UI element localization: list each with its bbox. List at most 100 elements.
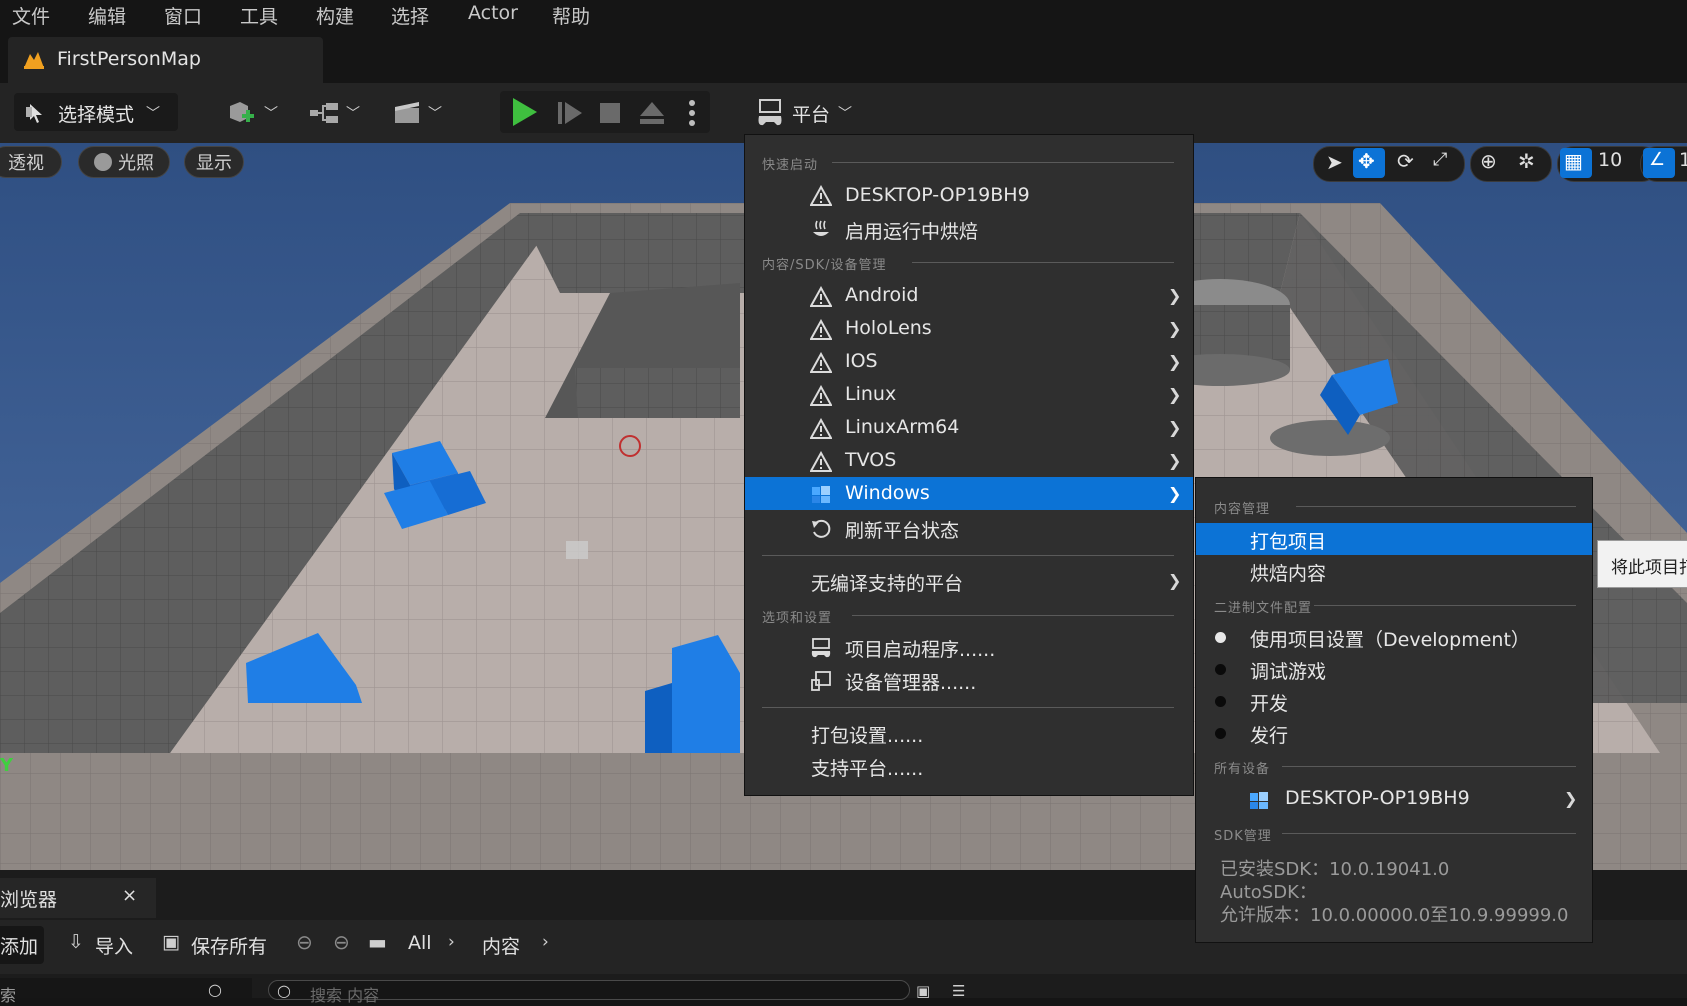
search-icon: ○ bbox=[277, 981, 291, 1000]
blueprint-icon[interactable] bbox=[308, 100, 342, 126]
packaging-settings[interactable]: 打包设置...... bbox=[811, 721, 923, 748]
import-button[interactable]: 导入 bbox=[95, 932, 133, 959]
chevron-right-icon: ❯ bbox=[1168, 484, 1182, 503]
windows-icon bbox=[1250, 792, 1268, 809]
cook-icon bbox=[813, 220, 829, 236]
divider bbox=[1282, 833, 1576, 834]
chevron-down-icon[interactable]: ﹀ bbox=[346, 103, 360, 123]
config-shipping[interactable]: 发行 bbox=[1250, 721, 1288, 748]
move-tool-icon: ✥ bbox=[1358, 149, 1375, 173]
path-content[interactable]: 内容 bbox=[482, 932, 520, 959]
project-launcher[interactable]: 项目启动程序...... bbox=[845, 635, 995, 662]
divider bbox=[1314, 605, 1576, 606]
supported-platforms[interactable]: 支持平台...... bbox=[811, 754, 923, 781]
import-icon[interactable]: ⇩ bbox=[68, 931, 84, 953]
save-all-icon[interactable]: ▣ bbox=[162, 931, 180, 953]
sdk-management-header: 内容/SDK/设备管理 bbox=[762, 258, 887, 273]
search-placeholder: 搜索 内容 bbox=[310, 986, 380, 1005]
platform-linux[interactable]: Linux bbox=[845, 383, 896, 405]
chevron-down-icon[interactable]: ﹀ bbox=[264, 103, 278, 123]
divider bbox=[762, 707, 1174, 708]
world-globe-icon[interactable]: ⊕ bbox=[1480, 149, 1497, 173]
lighting-label: 光照 bbox=[118, 153, 154, 174]
back-icon[interactable]: ⊖ bbox=[296, 930, 313, 954]
unsupported-platforms[interactable]: 无编译支持的平台 bbox=[811, 569, 963, 596]
config-debug-game[interactable]: 调试游戏 bbox=[1250, 657, 1326, 684]
cinematics-icon[interactable] bbox=[392, 98, 422, 126]
stop-icon[interactable] bbox=[598, 101, 622, 125]
radio-unselected bbox=[1215, 728, 1226, 739]
menu-window[interactable]: 窗口 bbox=[164, 2, 202, 29]
enable-cook-on-the-fly[interactable]: 启用运行中烘焙 bbox=[845, 217, 978, 244]
menu-file[interactable]: 文件 bbox=[12, 2, 50, 29]
platform-android[interactable]: Android bbox=[845, 284, 918, 306]
warning-icon bbox=[810, 319, 832, 340]
platform-ios[interactable]: IOS bbox=[845, 350, 878, 372]
menu-edit[interactable]: 编辑 bbox=[88, 2, 126, 29]
warning-icon bbox=[810, 352, 832, 373]
menu-actor[interactable]: Actor bbox=[468, 2, 518, 24]
show-button[interactable]: 显示 bbox=[184, 146, 244, 178]
path-all[interactable]: All bbox=[408, 932, 432, 954]
chevron-down-icon[interactable]: ﹀ bbox=[838, 103, 852, 123]
menu-tools[interactable]: 工具 bbox=[240, 2, 278, 29]
options-header: 选项和设置 bbox=[762, 611, 833, 626]
divider bbox=[762, 555, 1174, 556]
forward-icon[interactable]: ⊖ bbox=[333, 930, 350, 954]
platform-linuxarm64[interactable]: LinuxArm64 bbox=[845, 416, 959, 438]
allowed-versions: 允许版本：10.0.00000.0至10.9.99999.0 bbox=[1220, 905, 1569, 926]
path-chevron-icon[interactable]: › bbox=[542, 932, 549, 952]
refresh-platform-status[interactable]: 刷新平台状态 bbox=[845, 516, 959, 543]
radio-unselected bbox=[1215, 696, 1226, 707]
quick-launch-desktop[interactable]: DESKTOP-OP19BH9 bbox=[845, 184, 1030, 206]
chevron-down-icon: ﹀ bbox=[146, 106, 160, 122]
platform-hololens[interactable]: HoloLens bbox=[845, 317, 932, 339]
config-project-settings[interactable]: 使用项目设置（Development） bbox=[1250, 625, 1530, 652]
config-development[interactable]: 开发 bbox=[1250, 689, 1288, 716]
advance-frame-icon[interactable] bbox=[555, 100, 585, 126]
save-all-button[interactable]: 保存所有 bbox=[191, 932, 267, 959]
menu-bar: 文件 编辑 窗口 工具 构建 选择 Actor 帮助 bbox=[0, 0, 1687, 30]
cook-content[interactable]: 烘焙内容 bbox=[1250, 559, 1326, 586]
sources-search-label: 索 bbox=[0, 986, 17, 1005]
warning-icon bbox=[810, 185, 832, 206]
add-label: 添加 bbox=[0, 936, 39, 958]
select-tool-icon[interactable]: ➤ bbox=[1326, 150, 1343, 174]
show-label: 显示 bbox=[196, 153, 232, 174]
divider bbox=[832, 162, 1174, 163]
eject-icon[interactable] bbox=[638, 100, 666, 126]
more-options-icon[interactable] bbox=[688, 98, 696, 128]
device-desktop[interactable]: DESKTOP-OP19BH9 bbox=[1285, 787, 1470, 809]
warning-icon bbox=[810, 286, 832, 307]
play-icon[interactable] bbox=[508, 96, 542, 128]
folder-icon: ▬ bbox=[368, 930, 387, 954]
menu-build[interactable]: 构建 bbox=[316, 2, 354, 29]
add-actor-icon[interactable] bbox=[226, 98, 256, 128]
warning-icon bbox=[810, 451, 832, 472]
scale-tool-icon[interactable]: ⤢ bbox=[1433, 149, 1447, 170]
chevron-down-icon[interactable]: ﹀ bbox=[428, 103, 442, 123]
menu-select[interactable]: 选择 bbox=[391, 2, 429, 29]
menu-help[interactable]: 帮助 bbox=[552, 2, 590, 29]
select-mode-label: 选择模式 bbox=[58, 104, 135, 126]
close-icon[interactable]: × bbox=[122, 885, 137, 906]
device-manager[interactable]: 设备管理器...... bbox=[845, 668, 976, 695]
platform-tvos[interactable]: TVOS bbox=[845, 449, 896, 471]
perspective-button[interactable]: 透视 bbox=[0, 146, 62, 178]
radio-selected bbox=[1215, 632, 1226, 643]
platform-label[interactable]: 平台 bbox=[792, 100, 830, 127]
angle-icon: ∠ bbox=[1649, 149, 1666, 170]
divider bbox=[1296, 506, 1576, 507]
filter-icon[interactable]: ☰ bbox=[952, 982, 965, 1000]
lighting-button[interactable]: 光照 bbox=[78, 146, 170, 178]
rotate-tool-icon[interactable]: ⟳ bbox=[1397, 149, 1414, 173]
save-search-icon[interactable]: ▣ bbox=[916, 982, 930, 1000]
surface-snap-icon[interactable]: ✲ bbox=[1518, 149, 1535, 173]
level-icon bbox=[24, 52, 44, 69]
platform-icon[interactable] bbox=[755, 98, 785, 128]
warning-icon bbox=[810, 418, 832, 439]
path-chevron-icon[interactable]: › bbox=[448, 932, 455, 952]
chevron-right-icon: ❯ bbox=[1564, 789, 1578, 808]
grid-snap-value: 10 bbox=[1598, 149, 1623, 171]
quick-launch-header: 快速启动 bbox=[762, 158, 819, 173]
